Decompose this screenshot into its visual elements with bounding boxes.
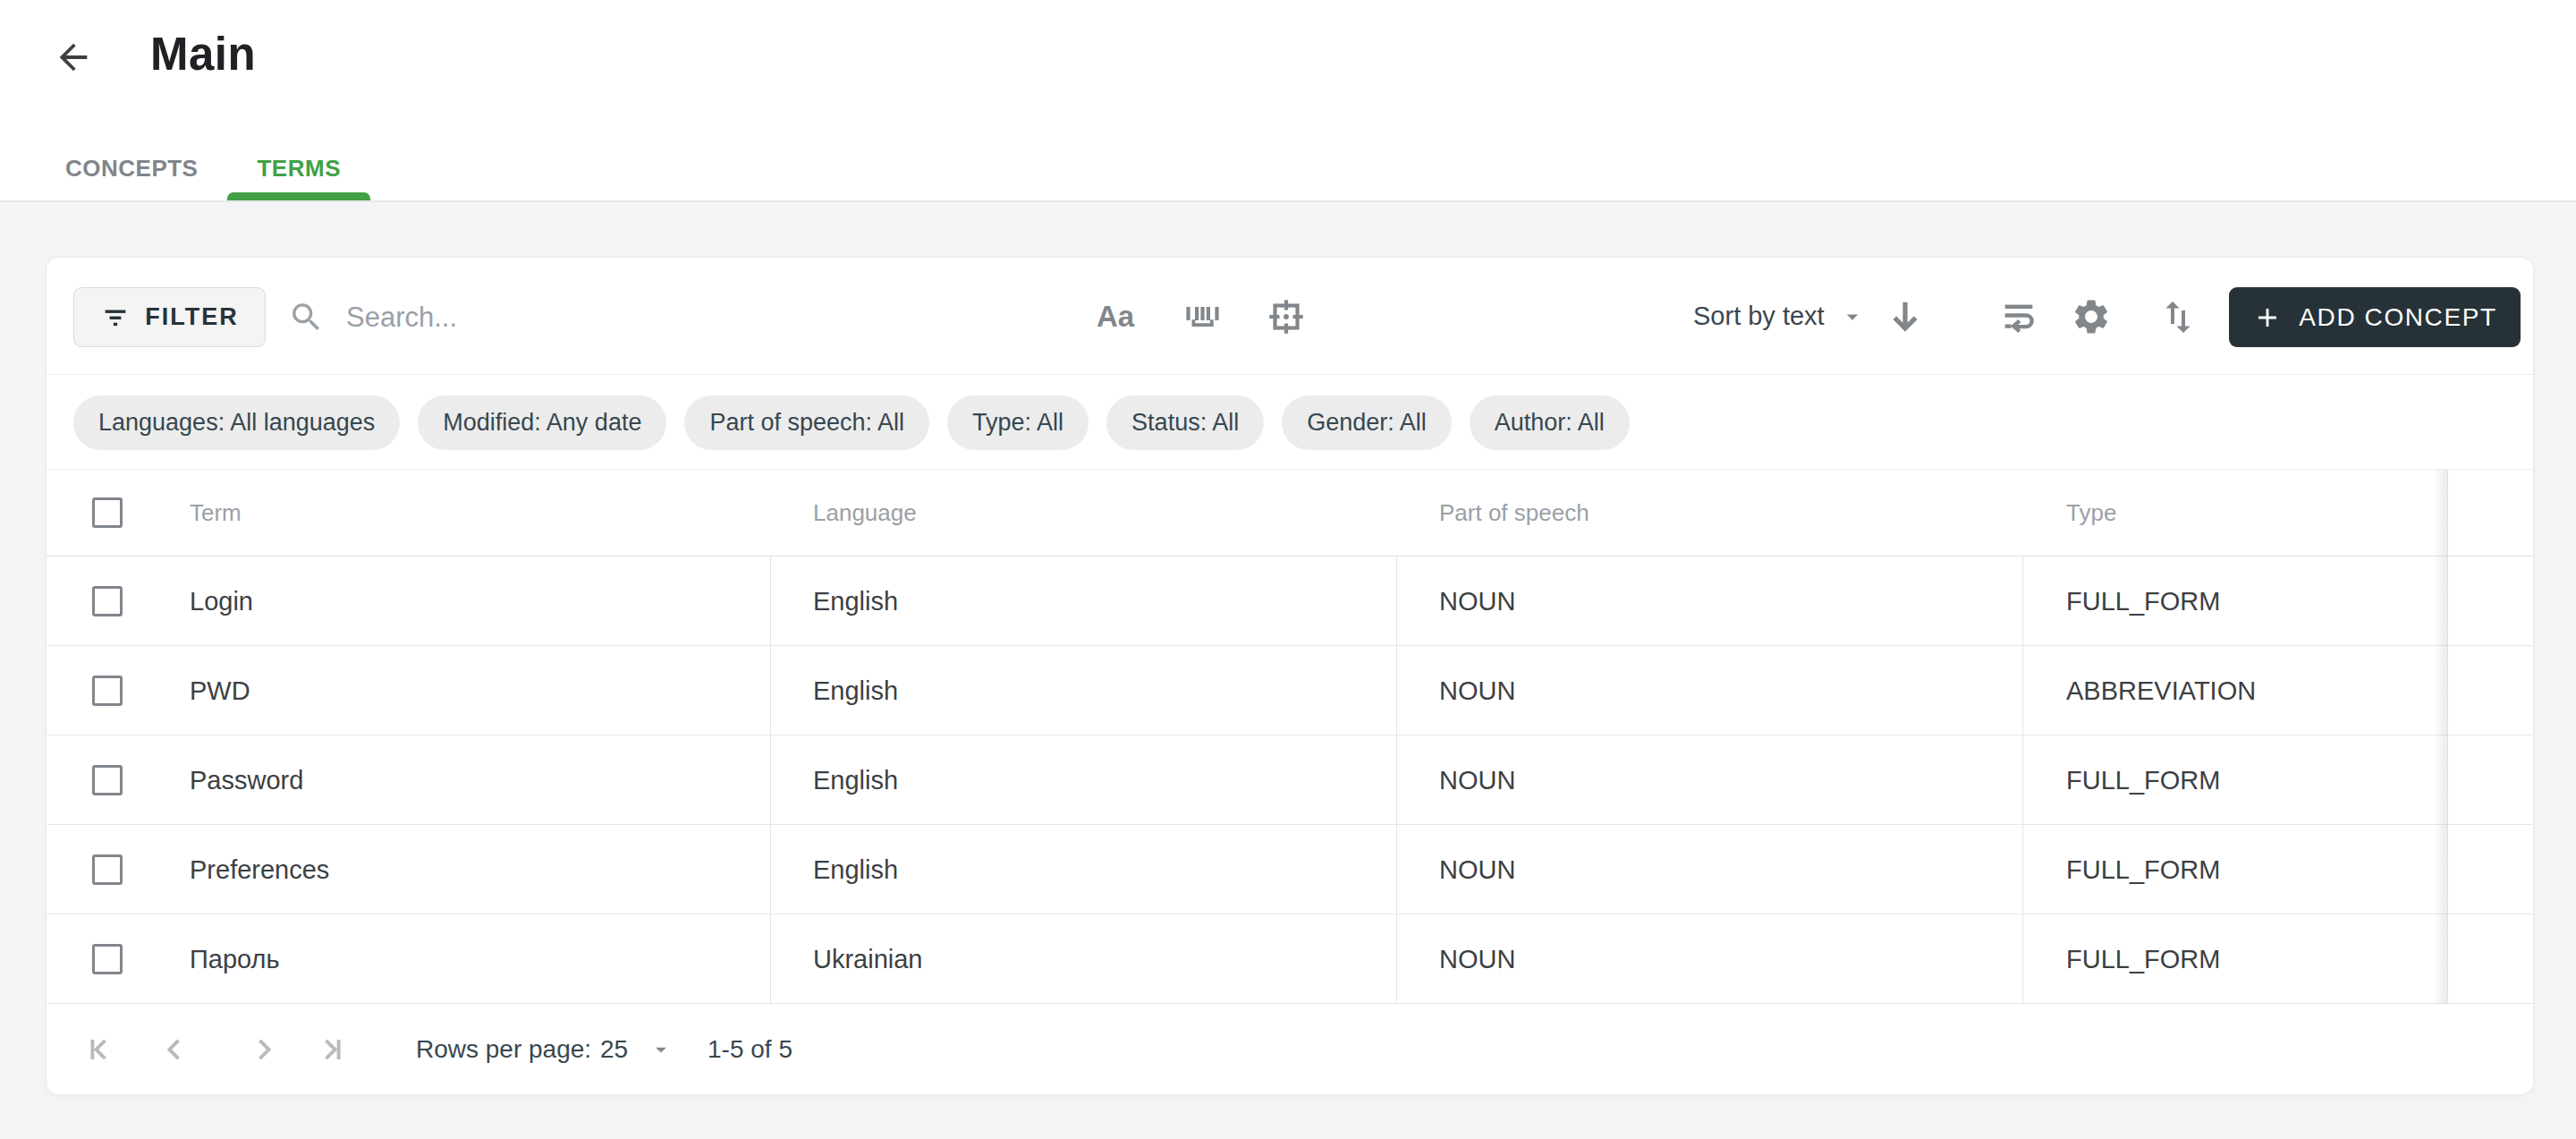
barcode-icon (1179, 295, 1222, 338)
chip-part-of-speech[interactable]: Part of speech: All (684, 395, 929, 450)
cell-part-of-speech: NOUN (1439, 825, 1515, 914)
first-page-icon (80, 1030, 120, 1069)
previous-page-button[interactable] (147, 1004, 200, 1095)
table-row[interactable]: Login English NOUN FULL_FORM (47, 557, 2533, 646)
search-input[interactable]: Search... (288, 287, 457, 347)
up-down-arrows-icon (2157, 295, 2199, 338)
cell-type: FULL_FORM (2066, 825, 2220, 914)
chip-modified[interactable]: Modified: Any date (418, 395, 666, 450)
tab-terms[interactable]: TERMS (227, 134, 370, 202)
column-header-part-of-speech: Part of speech (1439, 470, 1589, 556)
wrap-text-icon (1998, 296, 2039, 337)
add-concept-button[interactable]: ADD CONCEPT (2229, 287, 2521, 347)
table-row[interactable]: PWD English NOUN ABBREVIATION (47, 646, 2533, 735)
sort-caret[interactable] (1830, 258, 1875, 375)
table-row[interactable]: Preferences English NOUN FULL_FORM (47, 825, 2533, 914)
cell-language: English (813, 557, 898, 646)
cell-term: Password (190, 735, 303, 825)
last-page-button[interactable] (304, 1004, 358, 1095)
cell-type: ABBREVIATION (2066, 646, 2256, 735)
filter-icon (100, 302, 131, 333)
import-export-button[interactable] (2147, 258, 2209, 375)
pinned-column-shadow (2433, 470, 2447, 1004)
plus-icon (2252, 302, 2283, 333)
rows-per-page-value[interactable]: 25 (600, 1004, 628, 1095)
rows-per-page-label: Rows per page: (416, 1004, 591, 1095)
row-checkbox[interactable] (92, 854, 123, 885)
tab-concepts[interactable]: CONCEPTS (36, 134, 227, 202)
terms-panel: FILTER Search... Aa (46, 257, 2534, 1095)
caret-down-icon (1839, 303, 1866, 330)
chevron-left-icon (154, 1030, 193, 1069)
cell-part-of-speech: NOUN (1439, 646, 1515, 735)
sort-dropdown[interactable]: Sort by text (1693, 258, 1825, 375)
table-row[interactable]: Password English NOUN FULL_FORM (47, 735, 2533, 825)
last-page-icon (311, 1030, 351, 1069)
barcode-button[interactable] (1169, 258, 1232, 375)
chevron-right-icon (245, 1030, 284, 1069)
cell-language: English (813, 735, 898, 825)
column-divider (1396, 557, 1397, 1004)
cell-type: FULL_FORM (2066, 557, 2220, 646)
gear-icon (2071, 296, 2112, 337)
column-header-type: Type (2066, 470, 2116, 556)
tab-bar: CONCEPTS TERMS (36, 134, 370, 202)
focus-frame-icon (1264, 294, 1309, 339)
row-checkbox[interactable] (92, 586, 123, 616)
cell-type: FULL_FORM (2066, 914, 2220, 1004)
toolbar: FILTER Search... Aa (47, 258, 2533, 375)
cell-term: PWD (190, 646, 250, 735)
table-row[interactable]: Пароль Ukrainian NOUN FULL_FORM (47, 914, 2533, 1004)
page-header: Main CONCEPTS TERMS (0, 0, 2576, 202)
pagination-bar: Rows per page: 25 1-5 of 5 (47, 1004, 2533, 1095)
chip-status[interactable]: Status: All (1106, 395, 1264, 450)
rows-per-page-caret[interactable] (639, 1004, 683, 1095)
column-divider (2022, 557, 2023, 1004)
row-checkbox[interactable] (92, 765, 123, 795)
pinned-column-divider (2447, 470, 2448, 1004)
sort-direction-button[interactable] (1877, 258, 1933, 375)
chip-gender[interactable]: Gender: All (1282, 395, 1452, 450)
settings-button[interactable] (2060, 258, 2123, 375)
next-page-button[interactable] (238, 1004, 292, 1095)
column-header-term: Term (190, 470, 242, 556)
table-header: Term Language Part of speech Type (47, 470, 2533, 556)
select-all-checkbox[interactable] (92, 497, 123, 528)
case-sensitive-button[interactable]: Aa (1084, 258, 1147, 375)
cell-type: FULL_FORM (2066, 735, 2220, 825)
cell-part-of-speech: NOUN (1439, 914, 1515, 1004)
cell-language: English (813, 646, 898, 735)
chip-type[interactable]: Type: All (947, 395, 1089, 450)
cell-term: Пароль (190, 914, 280, 1004)
first-page-button[interactable] (73, 1004, 127, 1095)
search-placeholder: Search... (346, 302, 457, 334)
caret-down-icon (648, 1037, 674, 1062)
page-range-label: 1-5 of 5 (708, 1004, 792, 1095)
focus-frame-button[interactable] (1255, 258, 1318, 375)
cell-language: English (813, 825, 898, 914)
search-icon (288, 299, 325, 336)
arrow-down-icon (1882, 293, 1928, 340)
arrow-back-icon (53, 37, 94, 78)
row-checkbox[interactable] (92, 944, 123, 974)
chip-languages[interactable]: Languages: All languages (73, 395, 400, 450)
cell-part-of-speech: NOUN (1439, 735, 1515, 825)
cell-term: Login (190, 557, 253, 646)
column-header-language: Language (813, 470, 917, 556)
cell-part-of-speech: NOUN (1439, 557, 1515, 646)
filter-button[interactable]: FILTER (73, 287, 266, 347)
back-button[interactable] (51, 35, 96, 80)
page-title: Main (150, 28, 256, 81)
wrap-text-button[interactable] (1987, 258, 2050, 375)
filter-chips: Languages: All languages Modified: Any d… (73, 395, 1630, 450)
cell-term: Preferences (190, 825, 329, 914)
chip-author[interactable]: Author: All (1470, 395, 1630, 450)
row-checkbox[interactable] (92, 676, 123, 706)
column-divider (770, 557, 771, 1004)
cell-language: Ukrainian (813, 914, 923, 1004)
